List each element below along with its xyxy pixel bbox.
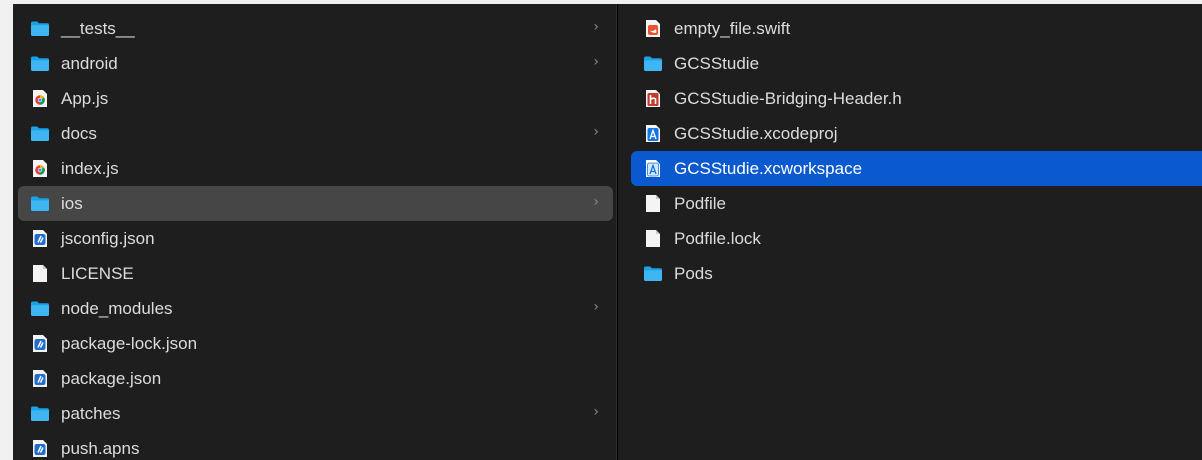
left-item-row[interactable]: patches ›	[18, 396, 613, 431]
chevron-right-icon: ›	[593, 54, 599, 70]
folder-icon	[30, 299, 50, 319]
js-file-icon	[30, 159, 50, 179]
right-item-label: GCSStudie	[674, 53, 760, 73]
right-item-row[interactable]: GCSStudie-Bridging-Header.h	[631, 81, 1202, 116]
folder-icon	[30, 54, 50, 74]
right-item-label: Podfile	[674, 193, 726, 213]
left-item-label: ios	[61, 193, 83, 213]
left-item-label: package.json	[61, 368, 162, 388]
right-item-row[interactable]: Podfile.lock	[631, 221, 1202, 256]
column-2: empty_file.swift GCSStudie› GCSStudie-Brid…	[631, 11, 1202, 460]
chevron-right-icon: ›	[593, 19, 599, 35]
left-item-label: push.apns	[61, 438, 140, 458]
left-item-label: patches	[61, 403, 121, 423]
right-item-row[interactable]: GCSStudie.xcworkspace	[631, 151, 1202, 186]
right-item-row[interactable]: GCSStudie›	[631, 46, 1202, 81]
chevron-right-icon: ›	[593, 404, 599, 420]
left-item-label: node_modules	[61, 298, 173, 318]
folder-icon	[643, 264, 663, 284]
left-item-row[interactable]: __tests__ ›	[18, 11, 613, 46]
json-file-icon	[30, 334, 50, 354]
right-item-row[interactable]: empty_file.swift	[631, 11, 1202, 46]
left-item-label: App.js	[61, 88, 109, 108]
folder-icon	[30, 19, 50, 39]
header-file-icon	[643, 89, 663, 109]
left-item-row[interactable]: android ›	[18, 46, 613, 81]
chevron-right-icon: ›	[593, 124, 599, 140]
left-item-label: LICENSE	[61, 263, 134, 283]
folder-icon	[30, 124, 50, 144]
json-file-icon	[30, 369, 50, 389]
document-icon	[643, 229, 663, 249]
document-icon	[643, 194, 663, 214]
left-item-label: android	[61, 53, 118, 73]
folder-icon	[30, 404, 50, 424]
xcworkspace-icon	[643, 159, 663, 179]
right-item-label: GCSStudie.xcworkspace	[674, 158, 863, 178]
left-item-label: __tests__	[61, 18, 135, 38]
left-item-row[interactable]: App.js	[18, 81, 613, 116]
left-item-label: package-lock.json	[61, 333, 198, 353]
folder-icon	[643, 54, 663, 74]
right-item-label: GCSStudie-Bridging-Header.h	[674, 88, 902, 108]
left-item-row[interactable]: ios ›	[18, 186, 613, 221]
json-file-icon	[30, 439, 50, 459]
swift-file-icon	[643, 19, 663, 39]
left-item-row[interactable]: docs ›	[18, 116, 613, 151]
right-item-label: Pods	[674, 263, 713, 283]
finder-column-view: __tests__ › android › App.js docs › index.js ios…	[13, 4, 1202, 460]
xcodeproj-icon	[643, 124, 663, 144]
right-item-label: GCSStudie.xcodeproj	[674, 123, 838, 143]
js-file-icon	[30, 89, 50, 109]
left-item-row[interactable]: node_modules ›	[18, 291, 613, 326]
left-item-row[interactable]: LICENSE	[18, 256, 613, 291]
right-item-label: empty_file.swift	[674, 18, 791, 38]
column-1: __tests__ › android › App.js docs › index.js ios…	[18, 11, 613, 460]
chevron-right-icon: ›	[593, 194, 599, 210]
chevron-right-icon: ›	[593, 299, 599, 315]
left-item-row[interactable]: jsconfig.json	[18, 221, 613, 256]
left-item-label: jsconfig.json	[61, 228, 155, 248]
left-item-row[interactable]: package.json	[18, 361, 613, 396]
folder-icon	[30, 194, 50, 214]
left-item-label: index.js	[61, 158, 119, 178]
right-item-row[interactable]: GCSStudie.xcodeproj	[631, 116, 1202, 151]
column-divider[interactable]	[616, 4, 618, 460]
left-item-row[interactable]: push.apns	[18, 431, 613, 460]
right-item-row[interactable]: Pods›	[631, 256, 1202, 291]
json-file-icon	[30, 229, 50, 249]
left-item-label: docs	[61, 123, 97, 143]
right-item-label: Podfile.lock	[674, 228, 761, 248]
left-item-row[interactable]: package-lock.json	[18, 326, 613, 361]
right-item-row[interactable]: Podfile	[631, 186, 1202, 221]
left-item-row[interactable]: index.js	[18, 151, 613, 186]
document-icon	[30, 264, 50, 284]
